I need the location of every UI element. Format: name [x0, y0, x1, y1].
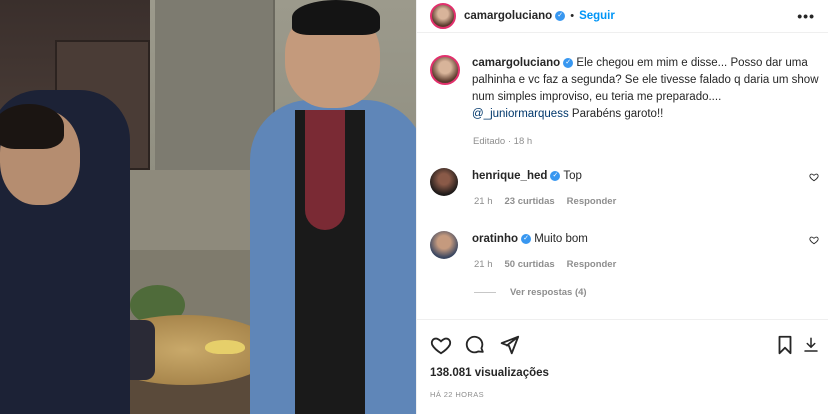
caption-text: camargoluciano ✓ Ele chegou em mim e diss… — [472, 55, 820, 123]
comment-actions: 21 h 50 curtidas Responder — [474, 259, 616, 270]
comment-username[interactable]: oratinho — [472, 233, 518, 245]
caption-avatar[interactable] — [430, 55, 460, 85]
comment-time: 21 h — [474, 259, 493, 270]
post-time: HÁ 22 HORAS — [430, 390, 484, 399]
heart-icon[interactable] — [809, 172, 819, 182]
bookmark-icon[interactable] — [774, 334, 796, 356]
verified-badge-icon: ✓ — [555, 11, 566, 21]
comment-time: 21 h — [474, 196, 493, 207]
comment-actions: 21 h 23 curtidas Responder — [474, 196, 616, 207]
comment-avatar[interactable] — [430, 231, 458, 259]
verified-badge-icon: ✓ — [550, 170, 561, 181]
comment-text: Muito bom — [534, 233, 588, 245]
view-count[interactable]: 138.081 visualizações — [430, 367, 549, 379]
post-header: camargoluciano ✓ • Seguir ••• — [417, 0, 828, 33]
divider — [474, 292, 496, 293]
comment-body: henrique_hed ✓ Top — [472, 168, 582, 196]
caption-mention[interactable]: @_juniormarquess — [472, 108, 569, 120]
view-replies-label: Ver respostas (4) — [510, 287, 587, 298]
header-username[interactable]: camargoluciano — [464, 10, 552, 22]
banana — [205, 340, 245, 354]
separator: • — [570, 10, 575, 22]
comment-avatar[interactable] — [430, 168, 458, 196]
comment-icon[interactable] — [464, 334, 486, 356]
action-bar: 138.081 visualizações HÁ 22 HORAS — [417, 319, 828, 414]
comment-item: oratinho ✓ Muito bom 21 h 50 curtidas Res… — [430, 231, 825, 270]
heart-icon[interactable] — [809, 235, 819, 245]
video-player[interactable] — [0, 0, 416, 414]
person-left — [0, 90, 130, 414]
person-right-shirt-red — [305, 110, 345, 230]
follow-button[interactable]: Seguir — [579, 10, 615, 22]
person-left-hair — [0, 104, 64, 149]
comment-likes[interactable]: 23 curtidas — [505, 196, 555, 207]
avatar[interactable] — [430, 3, 456, 29]
verified-badge-icon: ✓ — [563, 57, 574, 68]
comment-body: oratinho ✓ Muito bom — [472, 231, 588, 259]
comment-item: henrique_hed ✓ Top 21 h 23 curtidas Respo… — [430, 168, 825, 207]
reply-button[interactable]: Responder — [567, 196, 617, 207]
comment-text: Top — [563, 170, 582, 182]
caption-edited: Editado · 18 h — [473, 136, 533, 147]
verified-badge-icon: ✓ — [521, 233, 531, 244]
comment-username[interactable]: henrique_hed — [472, 170, 547, 182]
download-icon[interactable] — [802, 334, 820, 356]
more-icon[interactable]: ••• — [797, 8, 815, 24]
caption-username[interactable]: camargoluciano — [472, 57, 560, 69]
comment-likes[interactable]: 50 curtidas — [505, 259, 555, 270]
reply-button[interactable]: Responder — [567, 259, 617, 270]
post-panel: camargoluciano ✓ • Seguir ••• camargoluc… — [416, 0, 828, 414]
person-right-hair — [292, 0, 380, 35]
caption-body-end: Parabéns garoto!! — [571, 108, 664, 120]
view-replies-button[interactable]: Ver respostas (4) — [474, 287, 587, 298]
caption: camargoluciano ✓ Ele chegou em mim e diss… — [430, 55, 820, 123]
action-icons — [430, 334, 818, 356]
share-icon[interactable] — [498, 334, 520, 356]
heart-icon[interactable] — [430, 334, 452, 356]
